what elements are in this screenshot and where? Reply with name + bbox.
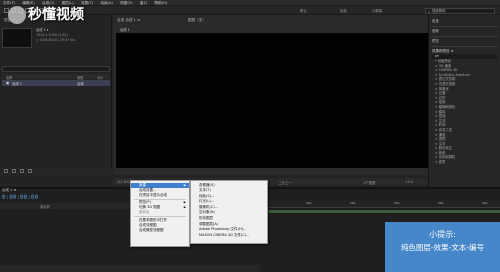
resolution[interactable]: 二分之一 — [278, 180, 292, 185]
panel-preview[interactable]: 预览 — [429, 39, 500, 44]
workspace-standard[interactable]: 标准 — [340, 8, 347, 13]
magnification[interactable]: (22.8%) — [117, 180, 130, 184]
ruler-20: 20s — [438, 201, 444, 205]
timeline-ruler[interactable]: 0s 05s 10s 15s 20s 25s — [262, 200, 500, 208]
watermark-logo-icon — [8, 6, 26, 24]
panel-info[interactable]: 信息 — [429, 19, 500, 24]
tip-title: 小提示: — [429, 230, 456, 239]
watermark-logo: 秒懂视频 — [28, 7, 84, 23]
project-column-header: 名称 类型 大小 — [2, 74, 110, 80]
menu-item-reveal-in-project[interactable]: 在项目中显示合成 — [131, 193, 189, 198]
col-type[interactable]: 类型 — [77, 75, 83, 80]
menu-item-switch-3d-label: 切换 3D 视图 — [139, 205, 161, 210]
ruler-15: 15s — [394, 201, 400, 205]
row-name: 合成 1 — [12, 81, 23, 86]
comp-thumbnail — [2, 28, 32, 48]
ruler-5: 05s — [306, 201, 312, 205]
tab-composition[interactable]: 合成 合成 1 ≡ — [117, 18, 140, 23]
menu-item-comp-mini-flowchart[interactable]: 合成微型流程图 — [131, 228, 189, 233]
timeline-tab[interactable]: 合成 1 ≡ — [2, 188, 16, 193]
workspace-default[interactable]: 默认 — [300, 8, 307, 13]
col-size[interactable]: 大小 — [97, 75, 103, 80]
comp-name: 合成 1 ▾ — [36, 28, 49, 32]
divider — [431, 36, 498, 37]
new-folder-icon[interactable] — [12, 169, 16, 173]
tip-text: 纯色图层-效果-文本-编号 — [400, 243, 485, 252]
menu-item-rename: 重命名 — [139, 210, 150, 215]
sub-tab-comp1[interactable]: 合成 1 — [120, 27, 130, 32]
menu-item-new-label: 新建 — [139, 182, 146, 187]
viewer-tabs: 合成 合成 1 ≡ 图层（无） — [113, 18, 428, 25]
divider — [431, 26, 498, 27]
work-area-bar[interactable] — [262, 210, 500, 213]
divider — [431, 46, 498, 47]
tab-layer[interactable]: 图层（无） — [188, 18, 206, 23]
new-comp-icon[interactable] — [20, 169, 24, 173]
view-layout[interactable]: 1个视图 — [363, 180, 375, 185]
right-panel: 信息 音频 预览 效果和预设 ≡ ρ▾ * 动画预设 > 3D 通道 > CIN… — [428, 15, 500, 187]
project-search-input[interactable] — [2, 66, 110, 72]
submenu-cinema4d-file[interactable]: MAXON CINEMA 4D 文件(C)... — [191, 233, 267, 239]
ruler-10: 10s — [350, 201, 356, 205]
context-menu: 新建 ▶ 合成设置... 在项目中显示合成 预览(P) ▶ 切换 3D 视图 ▶… — [130, 180, 190, 247]
help-search-input[interactable]: 搜索帮助 — [425, 8, 495, 14]
comp-row-icon: ▣ — [6, 80, 10, 85]
col-name[interactable]: 名称 — [6, 75, 12, 80]
panel-audio[interactable]: 音频 — [429, 29, 500, 34]
timeline-timecode[interactable]: 0:00:00:00 — [2, 194, 38, 201]
exposure-offset[interactable]: +0.0 — [405, 180, 413, 184]
col-source-name[interactable]: 源名称 — [40, 204, 50, 209]
ruler-25: 25s — [482, 201, 488, 205]
row-type: 合成 — [77, 81, 84, 86]
workspace-small-screen[interactable]: 小屏幕 — [372, 8, 382, 13]
search-icon: ⌕ — [428, 9, 431, 14]
comp-duration: △ 0;00;30;00, 29.97 fps — [36, 37, 76, 42]
interpret-footage-icon[interactable] — [4, 169, 8, 173]
effects-list: * 动画预设 > 3D 通道 > CINEMA 4D > Synthetic A… — [429, 59, 500, 165]
effect-matte[interactable]: > 遮罩 — [435, 160, 500, 165]
delete-icon[interactable] — [28, 169, 32, 173]
project-row-comp1[interactable]: ▣ 合成 1 合成 — [2, 80, 110, 86]
project-bottom-bar — [0, 168, 112, 175]
composition-canvas[interactable] — [116, 33, 429, 168]
timeline-bottom-bar — [0, 265, 260, 272]
help-search-placeholder: 搜索帮助 — [432, 9, 446, 13]
new-submenu: 查看器(V) 文本(T) 纯色(S)... 灯光(L)... 摄像机(C)...… — [190, 180, 268, 244]
menu-item-preview-label: 预览(P) — [139, 200, 151, 205]
